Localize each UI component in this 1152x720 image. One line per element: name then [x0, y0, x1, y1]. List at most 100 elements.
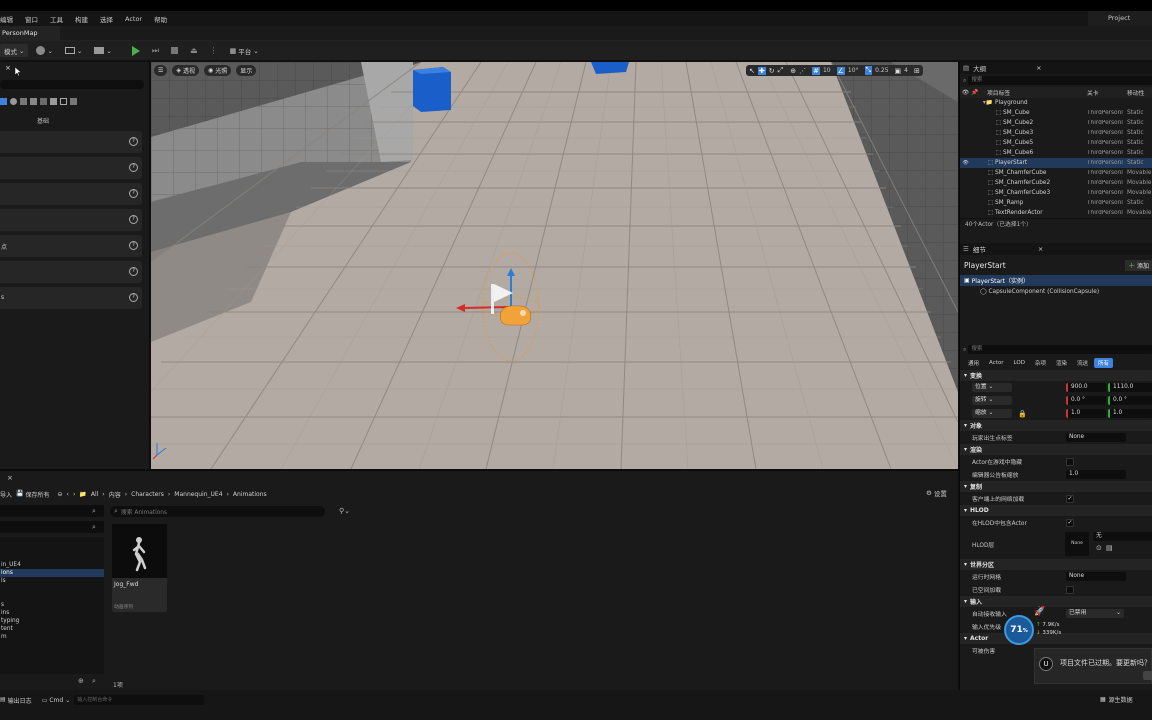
- save-all-button[interactable]: 💾 保存所有: [16, 490, 50, 499]
- outliner-row[interactable]: ⬚ SM_Ramp ThirdPersonl Static: [960, 198, 1152, 208]
- filter-tab[interactable]: 流送: [1073, 358, 1092, 368]
- outliner-row[interactable]: ⬚ SM_Cube2 ThirdPersonl Static: [960, 118, 1152, 128]
- folder-item[interactable]: ins: [0, 609, 104, 617]
- filter-tab[interactable]: 渲染: [1052, 358, 1071, 368]
- output-log-button[interactable]: ▤ 输出日志: [0, 696, 32, 705]
- platforms-button[interactable]: ▦ 平台 ⌄: [226, 44, 263, 57]
- folder-item[interactable]: in_UE4: [0, 561, 104, 569]
- help-icon[interactable]: ?: [129, 137, 138, 146]
- reset-icon[interactable]: ⊙: [1096, 544, 1102, 552]
- col-mobility-header[interactable]: 移动性: [1127, 88, 1144, 97]
- place-actors-search[interactable]: [0, 80, 144, 89]
- rotate-icon[interactable]: ↻: [769, 67, 775, 75]
- menu-select[interactable]: 选择: [100, 14, 113, 24]
- breadcrumb-mannequin[interactable]: Mannequin_UE4: [174, 491, 222, 498]
- project-label[interactable]: Project: [1088, 11, 1152, 26]
- grid-snap-value[interactable]: 10: [823, 67, 831, 74]
- menu-build[interactable]: 构建: [75, 14, 88, 24]
- sources-search-input[interactable]: [0, 505, 104, 517]
- actor-item-3[interactable]: ?: [0, 183, 142, 205]
- stop-button[interactable]: [167, 44, 182, 57]
- select-mode-icon[interactable]: ↖: [749, 67, 755, 75]
- outliner-row[interactable]: 👁 ⬚ PlayerStart ThirdPersonl Static: [960, 158, 1152, 168]
- translate-icon[interactable]: ✚: [757, 66, 766, 75]
- net-load-checkbox[interactable]: ✓: [1066, 494, 1074, 503]
- perf-widget-percent[interactable]: 71%: [1004, 615, 1034, 645]
- outliner-row[interactable]: ▾📁 Playground: [960, 98, 1152, 108]
- component-root-row[interactable]: ▣ PlayerStart（实例）: [960, 275, 1152, 286]
- rotation-dropdown[interactable]: 旋转 ⌄: [972, 396, 1012, 405]
- filter-tab[interactable]: Actor: [985, 359, 1007, 367]
- world-partition-section-header[interactable]: ▾ 世界分区: [960, 559, 1152, 570]
- breadcrumb-animations[interactable]: Animations: [233, 491, 267, 498]
- source-control-button[interactable]: ▦ 源生数据: [1100, 695, 1133, 704]
- cinematics-button[interactable]: ⌄: [90, 44, 115, 57]
- folder-item[interactable]: typing: [0, 617, 104, 625]
- folder-item[interactable]: tent: [0, 625, 104, 633]
- back-icon[interactable]: ‹: [67, 491, 69, 498]
- more-options-button[interactable]: ⋮: [206, 44, 222, 57]
- outliner-row[interactable]: ⬚ SM_Cube ThirdPersonl Static: [960, 108, 1152, 118]
- actor-item-4[interactable]: ?: [0, 209, 142, 231]
- outliner-row[interactable]: ⬚ SM_ChamferCube3 ThirdPersonl Movable: [960, 188, 1152, 198]
- menu-tools[interactable]: 工具: [50, 14, 63, 24]
- filter-tab[interactable]: 杂项: [1031, 358, 1050, 368]
- forward-icon[interactable]: ›: [73, 491, 75, 498]
- browse-icon[interactable]: ▤: [1106, 544, 1113, 552]
- editor-billboard-field[interactable]: 1.0: [1066, 470, 1126, 479]
- help-icon[interactable]: ?: [129, 189, 138, 198]
- rendering-section-header[interactable]: ▾ 渲染: [960, 444, 1152, 455]
- world-icon[interactable]: ⊕: [790, 67, 796, 75]
- rotation-x-field[interactable]: 0.0 °: [1066, 396, 1106, 405]
- hlod-section-header[interactable]: ▾ HLOD: [960, 505, 1152, 516]
- scale-x-field[interactable]: 1.0: [1066, 409, 1106, 418]
- location-dropdown[interactable]: 位置 ⌄: [972, 383, 1012, 392]
- search-icon[interactable]: ⌕: [92, 677, 96, 686]
- filter-tab[interactable]: 通用: [964, 358, 983, 368]
- menu-edit[interactable]: 编辑: [0, 14, 13, 24]
- step-button[interactable]: ⏭: [148, 44, 163, 57]
- import-button[interactable]: 导入: [0, 490, 12, 499]
- add-filter-icon[interactable]: ⊕: [78, 677, 84, 685]
- settings-button[interactable]: ⚙ 设置: [926, 488, 947, 498]
- scale-snap-value[interactable]: 0.25: [875, 67, 888, 74]
- camera-speed-value[interactable]: 4: [904, 67, 908, 74]
- notification-update-button[interactable]: [1143, 671, 1152, 680]
- level-viewport[interactable]: ☰ ◈ 透视 ◉ 光照 显示 ↖ ✚ ↻ ⤢ ⊕ ⋰ # 10 ∠ 10° ⤡ 0.…: [151, 62, 958, 469]
- menu-window[interactable]: 窗口: [25, 14, 38, 24]
- perspective-button[interactable]: ◈ 透视: [172, 65, 200, 76]
- play-button[interactable]: [128, 44, 144, 57]
- details-search-input[interactable]: 搜索: [968, 345, 1152, 354]
- location-y-field[interactable]: 1110.0: [1108, 383, 1152, 392]
- rotation-y-field[interactable]: 0.0 °: [1108, 396, 1152, 405]
- scale-y-field[interactable]: 1.0: [1108, 409, 1152, 418]
- actor-item-5[interactable]: 点?: [0, 235, 142, 257]
- menu-help[interactable]: 帮助: [154, 14, 167, 24]
- runtime-grid-field[interactable]: None: [1066, 572, 1126, 581]
- tab-map[interactable]: PersonMap: [0, 26, 60, 41]
- folder-item[interactable]: s: [0, 601, 104, 609]
- input-section-header[interactable]: ▾ 输入: [960, 596, 1152, 607]
- breadcrumb-content[interactable]: 内容: [109, 490, 121, 499]
- volumes-icon[interactable]: [60, 98, 67, 105]
- mode-dropdown[interactable]: 模式 ⌄: [0, 44, 29, 57]
- location-x-field[interactable]: 900.0: [1066, 383, 1106, 392]
- outliner-row[interactable]: ⬚ SM_Cube3 ThirdPersonl Static: [960, 128, 1152, 138]
- folder-item[interactable]: ls: [0, 577, 104, 585]
- help-icon[interactable]: ?: [129, 241, 138, 250]
- geometry-icon[interactable]: [50, 98, 57, 105]
- outliner-row[interactable]: ⬚ SM_ChamferCube ThirdPersonl Movable: [960, 168, 1152, 178]
- console-input[interactable]: 输入控制台命令: [74, 695, 205, 705]
- filter-icon[interactable]: ⚲⌄: [339, 507, 350, 515]
- viewport-options-button[interactable]: ☰: [154, 65, 168, 76]
- help-icon[interactable]: ?: [129, 163, 138, 172]
- actor-item-2[interactable]: ?: [0, 157, 142, 179]
- scale-icon[interactable]: ⤢: [778, 66, 784, 75]
- add-content-button[interactable]: ⌄: [32, 44, 56, 57]
- transform-section-header[interactable]: ▾ 变换: [960, 370, 1152, 381]
- camera-speed-icon[interactable]: ▣: [895, 67, 902, 75]
- light-icon[interactable]: [10, 98, 17, 105]
- help-icon[interactable]: ?: [129, 267, 138, 276]
- filter-tab[interactable]: 所有: [1093, 358, 1113, 368]
- help-icon[interactable]: ?: [129, 215, 138, 224]
